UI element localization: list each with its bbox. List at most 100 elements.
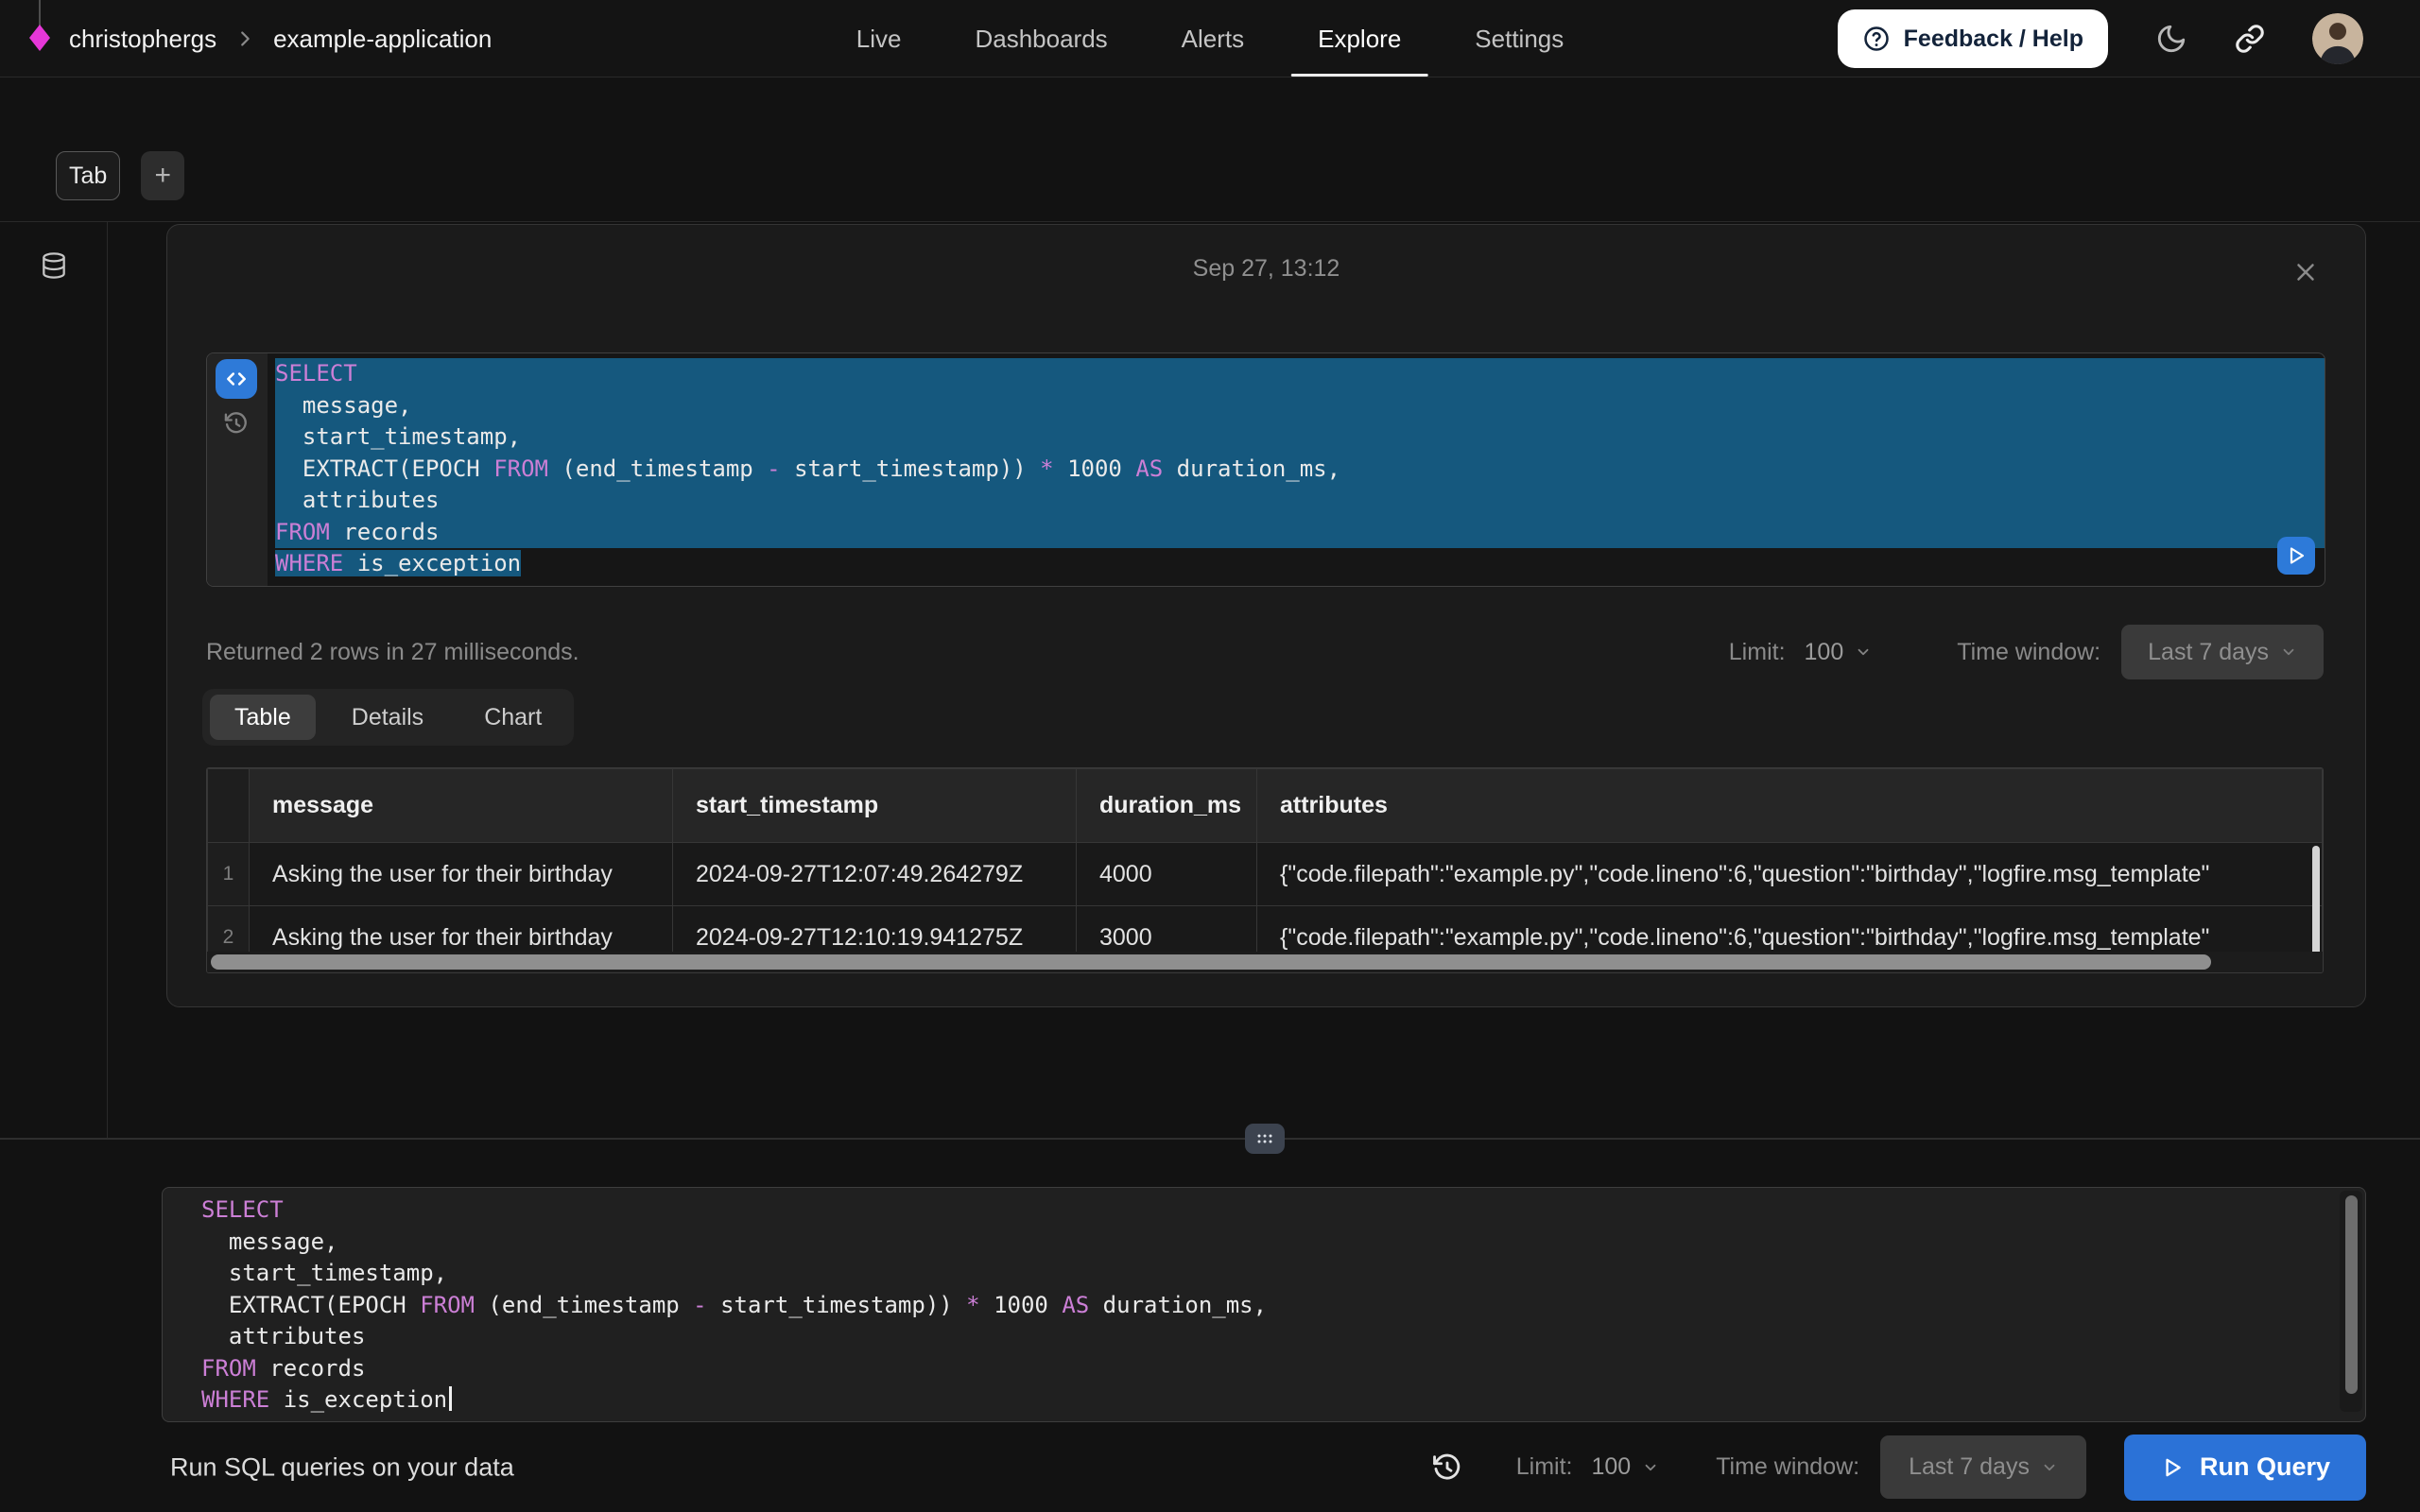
result-view-tabs: TableDetailsChart — [202, 689, 574, 746]
code-line: SELECT — [275, 358, 2325, 390]
view-tab-details[interactable]: Details — [327, 695, 448, 740]
help-icon — [1862, 25, 1891, 53]
limit-dropdown[interactable]: 100 — [1591, 1453, 1659, 1481]
top-nav: christophergs example-application Live Da… — [0, 0, 2420, 77]
time-window-label: Time window: — [1716, 1453, 1859, 1481]
limit-label: Limit: — [1516, 1453, 1573, 1481]
play-icon — [2285, 544, 2308, 567]
code-line: FROM records — [275, 517, 2325, 549]
time-window-dropdown[interactable]: Last 7 days — [1880, 1435, 2086, 1499]
nav-actions: Feedback / Help — [1838, 0, 2363, 77]
column-header-attributes[interactable]: attributes — [1257, 769, 2323, 843]
limit-value: 100 — [1805, 639, 1844, 666]
sql-code-selected[interactable]: SELECT message, start_timestamp, EXTRACT… — [268, 353, 2325, 586]
history-icon — [1431, 1452, 1463, 1484]
tab-bar: Tab + — [56, 151, 184, 200]
row-number: 1 — [208, 843, 250, 906]
nav-item-settings[interactable]: Settings — [1475, 0, 1564, 77]
code-line: message, — [275, 390, 2325, 422]
diamond-icon — [28, 25, 51, 51]
moon-icon — [2155, 23, 2187, 55]
table-row[interactable]: 1Asking the user for their birthday2024-… — [208, 843, 2323, 906]
close-icon — [2291, 258, 2320, 286]
view-tab-table[interactable]: Table — [210, 695, 316, 740]
sql-code-input[interactable]: SELECT message, start_timestamp, EXTRACT… — [201, 1194, 2305, 1417]
dark-mode-toggle[interactable] — [2155, 23, 2187, 55]
limit-dropdown[interactable]: 100 — [1805, 639, 1873, 666]
drag-dots-icon — [1253, 1130, 1276, 1147]
nav-item-live[interactable]: Live — [856, 0, 902, 77]
nav-item-alerts[interactable]: Alerts — [1182, 0, 1244, 77]
editor-scrollbar-track — [2340, 1191, 2362, 1412]
column-header-message[interactable]: message — [250, 769, 673, 843]
code-line: start_timestamp, — [275, 421, 2325, 454]
user-avatar[interactable] — [2312, 13, 2363, 64]
run-query-button[interactable]: Run Query — [2124, 1435, 2366, 1501]
view-tab-chart[interactable]: Chart — [459, 695, 566, 740]
time-window-dropdown[interactable]: Last 7 days — [2121, 625, 2324, 679]
query-result-card: Sep 27, 13:12 SELECT message, start_time… — [166, 224, 2366, 1007]
run-query-label: Run Query — [2200, 1452, 2330, 1482]
footer-hint: Run SQL queries on your data — [170, 1452, 514, 1482]
result-table: messagestart_timestampduration_msattribu… — [207, 768, 2323, 970]
panel-resize-handle[interactable] — [1245, 1124, 1285, 1154]
chevron-down-icon — [1642, 1459, 1659, 1476]
content-divider — [0, 221, 2420, 222]
breadcrumb: christophergs example-application — [28, 0, 492, 77]
chevron-down-icon — [2280, 644, 2297, 661]
code-mode-button[interactable] — [216, 359, 257, 399]
breadcrumb-project[interactable]: example-application — [273, 25, 492, 54]
add-tab-button[interactable]: + — [141, 151, 184, 200]
feedback-help-button[interactable]: Feedback / Help — [1838, 9, 2108, 68]
query-footer: Run SQL queries on your data Limit: 100 … — [0, 1422, 2420, 1512]
play-icon — [2160, 1455, 2185, 1480]
cell-duration_ms: 4000 — [1077, 843, 1257, 906]
table-horizontal-scrollbar[interactable] — [211, 954, 2211, 970]
query-tab[interactable]: Tab — [56, 151, 120, 200]
time-window-value: Last 7 days — [2148, 639, 2269, 666]
cell-message: Asking the user for their birthday — [250, 843, 673, 906]
code-line: WHERE is_exception — [201, 1384, 2305, 1417]
limit-value: 100 — [1591, 1453, 1631, 1481]
code-line: start_timestamp, — [201, 1258, 2305, 1290]
chevron-right-icon — [234, 28, 255, 49]
cell-attributes: {"code.filepath":"example.py","code.line… — [1257, 843, 2323, 906]
code-icon — [224, 367, 249, 391]
result-summary: Returned 2 rows in 27 milliseconds. — [206, 639, 579, 666]
logfire-logo-icon[interactable] — [28, 0, 51, 77]
code-line: attributes — [201, 1321, 2305, 1353]
result-controls: Limit: 100 Time window: Last 7 days — [1729, 625, 2324, 679]
avatar-photo — [2312, 13, 2363, 64]
footer-controls: Limit: 100 Time window: Last 7 days Run … — [1431, 1435, 2366, 1501]
sql-editor-panel[interactable]: SELECT message, start_timestamp, EXTRACT… — [162, 1187, 2366, 1422]
close-card-button[interactable] — [2291, 257, 2322, 287]
time-window-value: Last 7 days — [1909, 1453, 2030, 1481]
logo-pin-line — [39, 0, 41, 27]
column-header-duration_ms[interactable]: duration_ms — [1077, 769, 1257, 843]
column-header-start_timestamp[interactable]: start_timestamp — [673, 769, 1077, 843]
nav-item-explore[interactable]: Explore — [1318, 0, 1401, 77]
history-icon — [223, 410, 250, 437]
schema-browser-button[interactable] — [39, 250, 69, 281]
code-line: EXTRACT(EPOCH FROM (end_timestamp - star… — [275, 454, 2325, 486]
code-line: EXTRACT(EPOCH FROM (end_timestamp - star… — [201, 1290, 2305, 1322]
chevron-down-icon — [1855, 644, 1872, 661]
table-vertical-scrollbar[interactable] — [2312, 846, 2320, 957]
query-history-button[interactable] — [1431, 1452, 1463, 1484]
database-icon — [39, 250, 69, 281]
run-query-mini-button[interactable] — [2277, 537, 2315, 575]
limit-label: Limit: — [1729, 639, 1786, 666]
code-line: SELECT — [201, 1194, 2305, 1227]
row-number-header — [208, 769, 250, 843]
share-link-button[interactable] — [2235, 24, 2265, 54]
breadcrumb-org[interactable]: christophergs — [69, 25, 216, 54]
query-history-button[interactable] — [223, 410, 250, 437]
table-scrollbar-track — [207, 952, 2323, 972]
history-sql-editor[interactable]: SELECT message, start_timestamp, EXTRACT… — [206, 352, 2325, 587]
code-line: FROM records — [201, 1353, 2305, 1385]
primary-nav: Live Dashboards Alerts Explore Settings — [856, 0, 1564, 77]
editor-vertical-scrollbar[interactable] — [2345, 1195, 2358, 1394]
chevron-down-icon — [2041, 1459, 2058, 1476]
nav-item-dashboards[interactable]: Dashboards — [975, 0, 1107, 77]
query-timestamp: Sep 27, 13:12 — [167, 255, 2365, 283]
